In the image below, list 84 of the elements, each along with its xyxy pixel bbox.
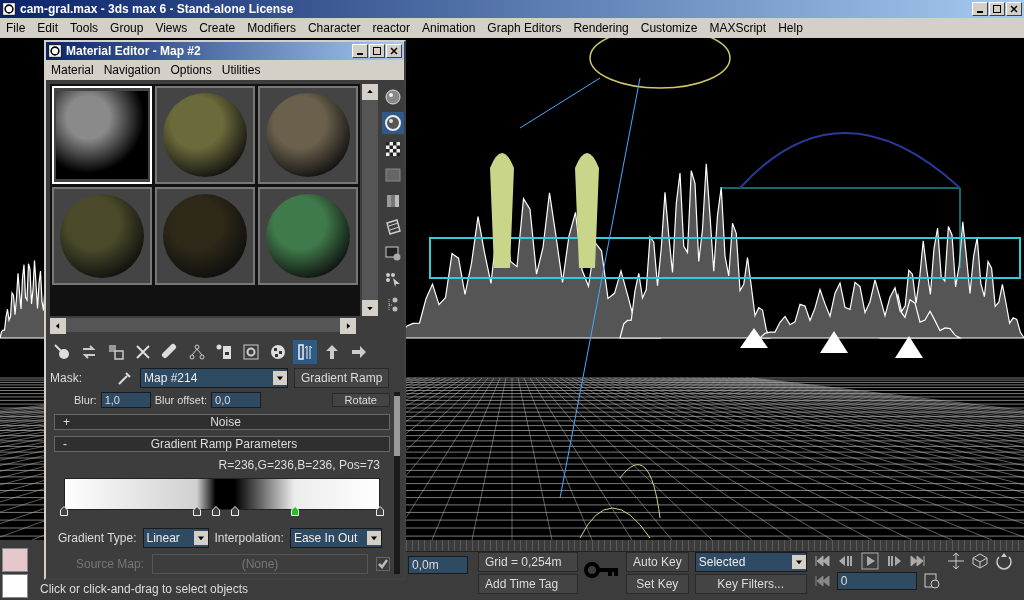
set-key-button[interactable]: Set Key: [626, 574, 689, 594]
gradient-flag[interactable]: [192, 505, 201, 516]
menu-item[interactable]: File: [0, 21, 32, 35]
close-icon: [390, 47, 398, 55]
rollout-header[interactable]: + Noise: [54, 414, 390, 430]
map-name-dropdown[interactable]: Map #214: [140, 368, 288, 388]
gradient-flag[interactable]: [211, 505, 220, 516]
menu-item[interactable]: Utilities: [216, 63, 266, 77]
coordinate-field[interactable]: 0,0m: [408, 556, 468, 574]
gradient-flag[interactable]: [290, 505, 299, 516]
go-to-end-icon[interactable]: [908, 552, 927, 570]
pan-icon[interactable]: [946, 552, 965, 570]
rotate-button[interactable]: Rotate: [331, 393, 390, 407]
gradient-ramp[interactable]: [64, 478, 380, 510]
grid-readout: Grid = 0,254m: [478, 552, 578, 572]
menu-item[interactable]: Graph Editors: [481, 21, 568, 35]
menu-item[interactable]: MAXScript: [703, 21, 773, 35]
color-swatch[interactable]: [2, 548, 28, 572]
menu-item[interactable]: Navigation: [98, 63, 166, 77]
menu-item[interactable]: Rendering: [567, 21, 635, 35]
key-mode-dropdown[interactable]: Selected: [694, 552, 807, 572]
minimize-button[interactable]: [972, 2, 988, 16]
sphere-icon[interactable]: [382, 86, 404, 108]
blur-label: Blur:: [74, 394, 97, 406]
menu-item[interactable]: Modifiers: [241, 21, 302, 35]
close-icon: [1010, 5, 1018, 13]
key-mode-icon[interactable]: [812, 572, 831, 590]
map-type-button[interactable]: Gradient Ramp: [294, 368, 390, 388]
gradient-flag[interactable]: [60, 505, 68, 516]
menu-item[interactable]: Options: [165, 63, 217, 77]
minimize-button[interactable]: [352, 44, 368, 58]
maximize-icon: [993, 5, 1001, 13]
menu-item[interactable]: Views: [149, 21, 194, 35]
rollout-header[interactable]: - Gradient Ramp Parameters: [54, 436, 390, 452]
menu-item[interactable]: Help: [772, 21, 809, 35]
source-map-label: Source Map:: [76, 557, 145, 571]
flag-info-text: R=236,G=236,B=236, Pos=73: [217, 458, 381, 472]
menu-item[interactable]: Edit: [31, 21, 65, 35]
caret-icon: [193, 530, 208, 546]
play-icon[interactable]: [860, 552, 879, 570]
menu-item[interactable]: Group: [104, 21, 150, 35]
caret-icon: [273, 370, 287, 386]
menu-item[interactable]: Create: [193, 21, 242, 35]
orbit-icon[interactable]: [994, 552, 1013, 570]
blur-offset-field[interactable]: 0,0: [211, 392, 261, 408]
interpolation-dropdown[interactable]: Ease In Out: [289, 528, 382, 548]
close-button[interactable]: [1006, 2, 1022, 16]
app-logo-icon: [48, 44, 62, 58]
app-logo-icon: [2, 2, 16, 16]
time-config-icon[interactable]: [922, 572, 941, 590]
maximize-icon: [373, 47, 381, 55]
frame-field[interactable]: 0: [836, 572, 917, 590]
maximize-button[interactable]: [369, 44, 385, 58]
auto-key-button[interactable]: Auto Key: [626, 552, 689, 572]
go-to-start-icon[interactable]: [812, 552, 831, 570]
interpolation-label: Interpolation:: [214, 531, 284, 545]
menu-item[interactable]: Tools: [64, 21, 105, 35]
caret-icon: [366, 530, 381, 546]
add-time-tag-button[interactable]: Add Time Tag: [478, 574, 578, 594]
menu-item[interactable]: Animation: [415, 21, 482, 35]
maximize-button[interactable]: [989, 2, 1005, 16]
menu-item[interactable]: Customize: [634, 21, 704, 35]
blur-field[interactable]: 1,0: [100, 392, 151, 408]
gradient-flag[interactable]: [376, 505, 384, 516]
vertical-scrollbar[interactable]: [362, 84, 378, 316]
gradient-type-dropdown[interactable]: Linear: [142, 528, 209, 548]
blur-offset-label: Blur offset:: [154, 394, 207, 406]
window-title: Material Editor - Map #2: [66, 44, 201, 58]
bars-icon[interactable]: [293, 340, 317, 364]
caret-icon: [791, 554, 806, 570]
key-filters-button[interactable]: Key Filters...: [694, 574, 807, 594]
window-title: cam-gral.max - 3ds max 6 - Stand-alone License: [20, 2, 294, 16]
mask-label: Mask:: [50, 371, 83, 385]
horizontal-scrollbar[interactable]: [50, 318, 356, 332]
menu-item[interactable]: reactor: [366, 21, 416, 35]
backlit-sphere-icon[interactable]: [382, 112, 404, 134]
close-button[interactable]: [386, 44, 402, 58]
gradient-flag[interactable]: [230, 505, 239, 516]
menu-item[interactable]: Character: [301, 21, 367, 35]
cube-icon[interactable]: [970, 552, 989, 570]
gradient-type-label: Gradient Type:: [58, 531, 137, 545]
color-swatch[interactable]: [2, 574, 28, 598]
menu-item[interactable]: Material: [46, 63, 99, 77]
status-text: Click or click-and-drag to select objects: [40, 581, 249, 598]
